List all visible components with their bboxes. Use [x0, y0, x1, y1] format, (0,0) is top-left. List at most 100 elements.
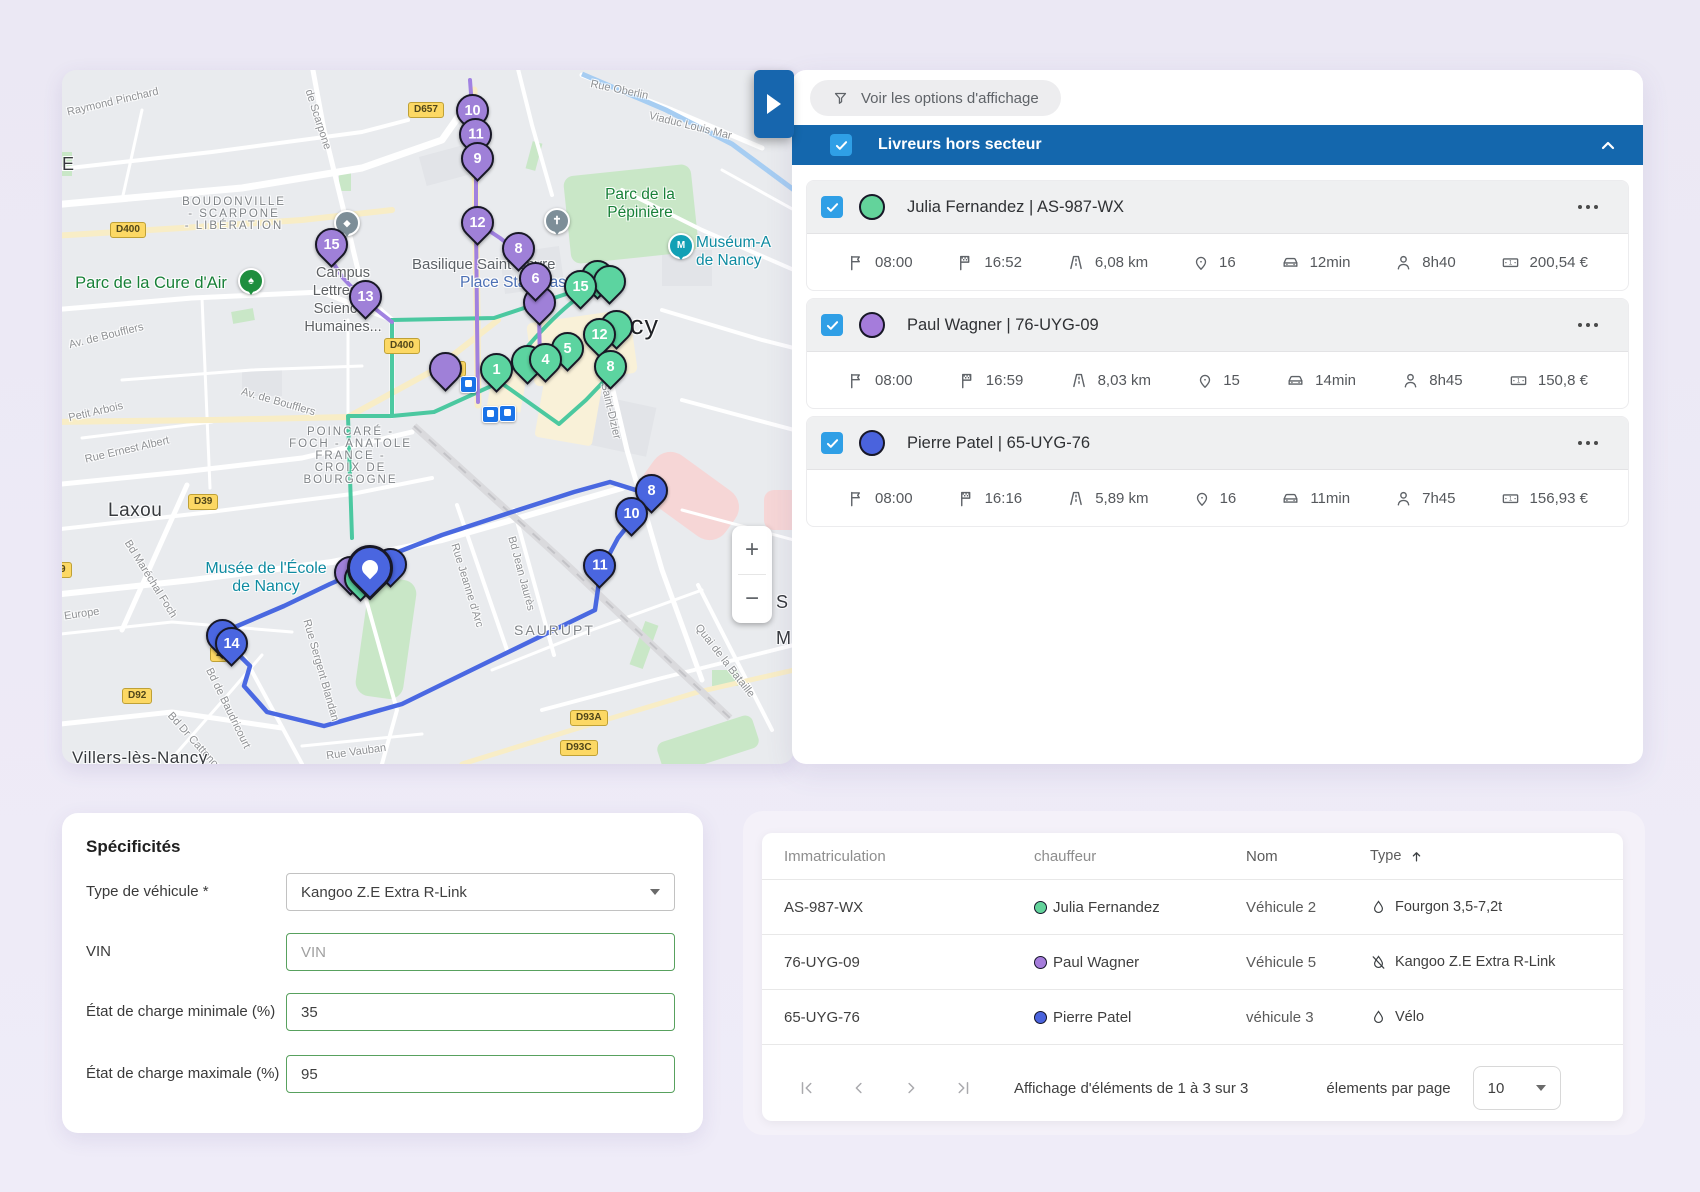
min-charge-input[interactable] — [286, 993, 675, 1031]
driver-card: Paul Wagner | 76-UYG-09 08:00 16:59 8,03… — [806, 298, 1629, 409]
map-area-label: S — [776, 592, 788, 613]
banknote-icon: 1 — [1508, 371, 1529, 390]
road-icon — [1069, 371, 1089, 390]
stat-end-time: 16:59 — [958, 371, 1024, 390]
stat-cost: 1 156,93 € — [1500, 489, 1588, 508]
flag-icon — [847, 371, 866, 390]
driver-name: Julia Fernandez | AS-987-WX — [907, 198, 1124, 217]
driver-menu-button[interactable] — [1572, 199, 1604, 215]
stat-end-time: 16:52 — [956, 253, 1022, 272]
col-header-type[interactable]: Type — [1370, 848, 1623, 864]
col-header-name[interactable]: Nom — [1246, 848, 1370, 865]
chevron-right-icon — [902, 1079, 920, 1097]
church-icon: ✝ — [544, 208, 570, 234]
park-icon: ♠ — [238, 268, 264, 294]
vehicle-type-select[interactable]: Kangoo Z.E Extra R-Link — [286, 873, 675, 911]
flag-icon — [847, 489, 866, 508]
per-page-value: 10 — [1488, 1080, 1505, 1097]
tram-station-icon — [460, 376, 477, 393]
stat-stops: 15 — [1196, 371, 1240, 390]
vehicles-table-wrapper: Immatriculation chauffeur Nom Type AS-98… — [743, 811, 1645, 1135]
poi-label: Musée de l'École de Nancy — [196, 560, 336, 596]
finish-flag-icon — [956, 253, 975, 272]
person-icon — [1401, 371, 1420, 390]
display-options-button[interactable]: Voir les options d'affichage — [810, 80, 1061, 116]
table-row[interactable]: AS-987-WX Julia Fernandez Véhicule 2 Fou… — [762, 879, 1623, 934]
driver-color-dot — [1034, 956, 1047, 969]
road-badge: D39 — [188, 494, 218, 510]
museum-icon: M — [668, 233, 694, 259]
stat-duration: 8h40 — [1394, 253, 1455, 272]
first-page-button[interactable] — [792, 1073, 822, 1103]
driver-checkbox[interactable] — [821, 432, 843, 454]
zoom-in-button[interactable]: + — [732, 526, 772, 574]
stat-drive-time: 12min — [1280, 253, 1351, 272]
vin-label: VIN — [86, 942, 286, 962]
fuel-droplet-icon — [1370, 1009, 1387, 1026]
max-charge-label: État de charge maximale (%) — [86, 1064, 286, 1084]
stat-cost: 1 200,54 € — [1500, 253, 1588, 272]
map-pin-icon — [1193, 489, 1211, 508]
svg-text:1: 1 — [1517, 378, 1520, 384]
play-triangle-icon — [767, 94, 781, 114]
last-page-button[interactable] — [948, 1073, 978, 1103]
stat-duration: 8h45 — [1401, 371, 1462, 390]
display-options-label: Voir les options d'affichage — [861, 90, 1039, 107]
driver-name: Paul Wagner | 76-UYG-09 — [907, 316, 1099, 335]
fuel-crossed-icon — [1370, 954, 1387, 971]
col-header-plate[interactable]: Immatriculation — [762, 848, 1034, 865]
min-charge-label: État de charge minimale (%) — [86, 1002, 286, 1022]
driver-menu-button[interactable] — [1572, 317, 1604, 333]
pagination-row: Affichage d'éléments de 1 à 3 sur 3 élem… — [762, 1044, 1623, 1121]
group-checkbox[interactable] — [830, 134, 852, 156]
stat-distance: 8,03 km — [1069, 371, 1151, 390]
sort-up-icon — [1409, 849, 1424, 864]
driver-color-dot — [1034, 1011, 1047, 1024]
car-icon — [1280, 253, 1301, 272]
per-page-select[interactable]: 10 — [1473, 1066, 1561, 1110]
prev-page-button[interactable] — [844, 1073, 874, 1103]
driver-checkbox[interactable] — [821, 314, 843, 336]
driver-checkbox[interactable] — [821, 196, 843, 218]
driver-card: Pierre Patel | 65-UYG-76 08:00 16:16 5,8… — [806, 416, 1629, 527]
vehicle-name-cell: véhicule 3 — [1246, 1009, 1370, 1026]
check-icon — [834, 138, 849, 153]
max-charge-input[interactable] — [286, 1055, 675, 1093]
table-row[interactable]: 76-UYG-09 Paul Wagner Véhicule 5 Kangoo … — [762, 934, 1623, 989]
finish-flag-icon — [957, 489, 976, 508]
next-page-button[interactable] — [896, 1073, 926, 1103]
plate-cell: AS-987-WX — [762, 899, 1034, 916]
zoom-out-button[interactable]: − — [732, 575, 772, 623]
map-canvas[interactable]: Raymond Pinchard de Scarpone Rue Oberlin… — [62, 70, 794, 764]
road-badge: D92 — [122, 688, 152, 704]
driver-card: Julia Fernandez | AS-987-WX 08:00 16:52 … — [806, 180, 1629, 291]
drivers-panel: Voir les options d'affichage Livreurs ho… — [792, 70, 1643, 764]
plate-cell: 65-UYG-76 — [762, 1009, 1034, 1026]
map-zoom-control: + − — [732, 526, 772, 623]
vin-input[interactable] — [286, 933, 675, 971]
flag-icon — [847, 253, 866, 272]
chevron-left-icon — [850, 1079, 868, 1097]
pagination-info: Affichage d'éléments de 1 à 3 sur 3 — [1014, 1080, 1248, 1097]
first-page-icon — [798, 1079, 816, 1097]
driver-cell: Paul Wagner — [1053, 954, 1139, 971]
col-header-driver[interactable]: chauffeur — [1034, 848, 1246, 865]
banknote-icon: 1 — [1500, 253, 1521, 272]
vehicle-type-value: Kangoo Z.E Extra R-Link — [301, 884, 467, 901]
road-badge: 9 — [62, 562, 72, 578]
collapse-group-button[interactable] — [1599, 138, 1617, 152]
expand-panel-button[interactable] — [754, 70, 794, 138]
group-header: Livreurs hors secteur — [792, 125, 1643, 165]
poi-label: Muséum-A de Nancy — [696, 234, 794, 270]
table-row[interactable]: 65-UYG-76 Pierre Patel véhicule 3 Vélo — [762, 989, 1623, 1044]
stat-drive-time: 11min — [1280, 489, 1350, 508]
vehicle-name-cell: Véhicule 2 — [1246, 899, 1370, 916]
vehicles-table: Immatriculation chauffeur Nom Type AS-98… — [762, 833, 1623, 1121]
driver-menu-button[interactable] — [1572, 435, 1604, 451]
driver-stats-row: 08:00 16:52 6,08 km 16 12min 8h40 1 200,… — [807, 233, 1628, 290]
stat-start-time: 08:00 — [847, 253, 913, 272]
fuel-droplet-icon — [1370, 899, 1387, 916]
driver-stats-row: 08:00 16:59 8,03 km 15 14min 8h45 1 150,… — [807, 351, 1628, 408]
check-icon — [825, 318, 840, 333]
stat-cost: 1 150,8 € — [1508, 371, 1588, 390]
